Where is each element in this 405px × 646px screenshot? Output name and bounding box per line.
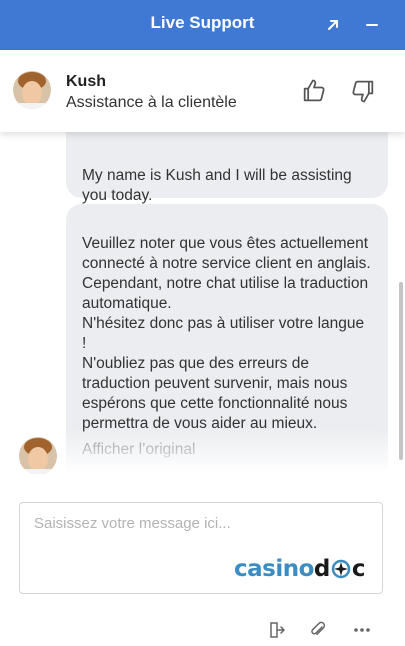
casinodoc-logo: casino d c [234, 556, 366, 582]
more-options-button[interactable] [350, 618, 374, 642]
agent-role: Assistance à la clientèle [66, 94, 237, 111]
minimize-button[interactable] [359, 12, 385, 38]
message-text: My name is Kush and I will be assisting … [82, 167, 352, 204]
thumbs-up-button[interactable] [300, 77, 328, 105]
more-icon [354, 628, 370, 632]
agent-avatar [19, 437, 57, 474]
message-composer: casinodc [19, 502, 383, 594]
minimize-icon [366, 24, 378, 26]
agent-message: My name is Kush and I will be assisting … [66, 132, 388, 204]
title-bar: Live Support [0, 0, 405, 50]
logo-compass-icon [331, 559, 351, 579]
exit-icon [270, 622, 286, 638]
agent-header: Kush Assistance à la clientèle [0, 50, 405, 132]
expand-icon [328, 20, 338, 30]
agent-message: Veuillez noter que vous êtes actuellemen… [66, 204, 388, 474]
message-text: Veuillez noter que vous êtes actuellemen… [82, 235, 371, 432]
agent-avatar [13, 71, 51, 109]
message-list[interactable]: My name is Kush and I will be assisting … [0, 132, 405, 474]
agent-name: Kush [66, 73, 106, 90]
message-input[interactable] [34, 515, 364, 545]
thumbs-down-button[interactable] [349, 77, 377, 105]
attach-button[interactable] [306, 618, 330, 642]
scrollbar[interactable] [399, 282, 403, 460]
show-original-link[interactable]: Afficher l’original [82, 440, 372, 460]
paperclip-icon [311, 621, 326, 636]
thumbs-up-icon [303, 79, 325, 102]
thumbs-down-icon [352, 80, 374, 103]
expand-button[interactable] [320, 12, 346, 38]
end-chat-button[interactable] [265, 618, 289, 642]
